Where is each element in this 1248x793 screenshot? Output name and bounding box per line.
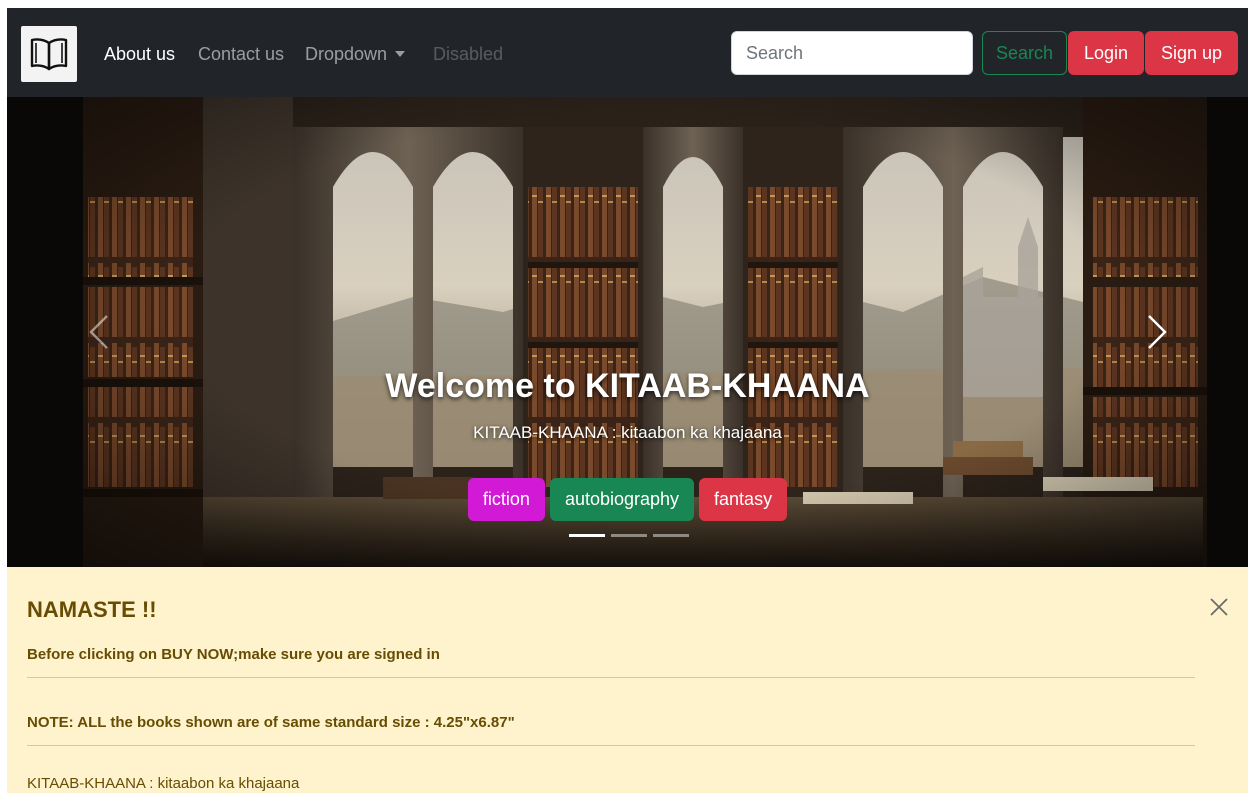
page: About us Contact us Dropdown Disabled Se…: [7, 8, 1248, 793]
signup-button[interactable]: Sign up: [1145, 31, 1238, 75]
tag-fiction[interactable]: fiction: [467, 478, 545, 521]
nav-dropdown[interactable]: Dropdown: [305, 43, 406, 65]
alert-signin-message: Before clicking on BUY NOW;make sure you…: [27, 646, 440, 663]
caret-down-icon: [395, 50, 406, 57]
tag-autobiography[interactable]: autobiography: [549, 478, 695, 521]
carousel-next-button[interactable]: [1137, 307, 1177, 357]
nav-link-disabled: Disabled: [433, 44, 504, 64]
carousel-indicator-2[interactable]: [611, 534, 647, 537]
carousel-indicator-3[interactable]: [653, 534, 689, 537]
close-icon[interactable]: [1207, 595, 1231, 619]
carousel-subheading: KITAAB-KHAANA : kitaabon ka khajaana: [473, 423, 782, 442]
warning-alert: NAMASTE !! Before clicking on BUY NOW;ma…: [7, 567, 1248, 793]
nav-dropdown-label: Dropdown: [305, 44, 388, 64]
carousel-indicators: [569, 534, 689, 537]
open-book-icon: [30, 38, 68, 71]
carousel-prev-button[interactable]: [79, 307, 119, 357]
alert-note-text: : ALL the books shown are of same standa…: [68, 714, 515, 731]
alert-note-label: NOTE: [27, 714, 69, 731]
carousel-heading: Welcome to KITAAB-KHAANA: [385, 367, 870, 405]
login-button[interactable]: Login: [1068, 31, 1144, 75]
alert-heading: NAMASTE !!: [27, 597, 157, 622]
search-input[interactable]: [731, 31, 973, 75]
tag-fantasy[interactable]: fantasy: [699, 478, 788, 521]
hero-carousel: Welcome to KITAAB-KHAANA KITAAB-KHAANA :…: [7, 97, 1248, 567]
genre-tags: fiction autobiography fantasy: [7, 478, 1248, 521]
carousel-indicator-1[interactable]: [569, 534, 605, 537]
carousel-caption: Welcome to KITAAB-KHAANA KITAAB-KHAANA :…: [7, 365, 1248, 443]
alert-footer-text: KITAAB-KHAANA : kitaabon ka khajaana: [27, 775, 300, 792]
nav-link-contact-us[interactable]: Contact us: [198, 43, 284, 65]
navbar: About us Contact us Dropdown Disabled Se…: [7, 8, 1248, 97]
chevron-left-icon: [89, 315, 108, 349]
alert-divider: [27, 745, 1195, 746]
nav-link-about-us[interactable]: About us: [104, 43, 175, 65]
chevron-right-icon: [1148, 315, 1167, 349]
alert-divider: [27, 677, 1195, 678]
brand-logo[interactable]: [21, 26, 77, 82]
search-button[interactable]: Search: [982, 31, 1067, 75]
alert-note: NOTE: ALL the books shown are of same st…: [27, 714, 515, 732]
